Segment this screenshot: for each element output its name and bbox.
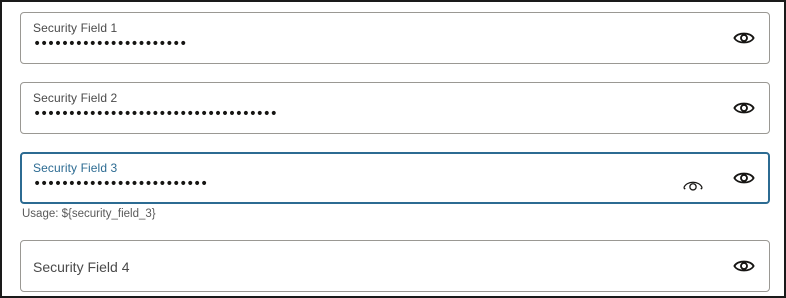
- security-field-3-usage-hint: Usage: ${security_field_3}: [22, 208, 156, 220]
- security-field-2[interactable]: Security Field 2 •••••••••••••••••••••••…: [20, 82, 770, 134]
- eye-icon[interactable]: [733, 257, 755, 275]
- security-field-4-label: Security Field 4: [33, 259, 130, 275]
- security-field-1-value[interactable]: ••••••••••••••••••••••: [33, 37, 187, 51]
- security-field-4[interactable]: Security Field 4: [20, 240, 770, 292]
- eye-icon[interactable]: [733, 169, 755, 187]
- security-field-1-label: Security Field 1: [33, 21, 118, 35]
- security-field-1[interactable]: Security Field 1 ••••••••••••••••••••••: [20, 12, 770, 64]
- eye-icon[interactable]: [733, 29, 755, 47]
- security-field-2-value[interactable]: •••••••••••••••••••••••••••••••••••: [33, 107, 278, 121]
- security-fields-panel: Security Field 1 •••••••••••••••••••••• …: [0, 0, 786, 298]
- eye-outline-icon[interactable]: [682, 177, 704, 193]
- security-field-3-value[interactable]: •••••••••••••••••••••••••: [33, 177, 208, 191]
- security-field-3-label: Security Field 3: [33, 161, 118, 175]
- security-field-2-label: Security Field 2: [33, 91, 118, 105]
- eye-icon[interactable]: [733, 99, 755, 117]
- security-field-3[interactable]: Security Field 3 •••••••••••••••••••••••…: [20, 152, 770, 204]
